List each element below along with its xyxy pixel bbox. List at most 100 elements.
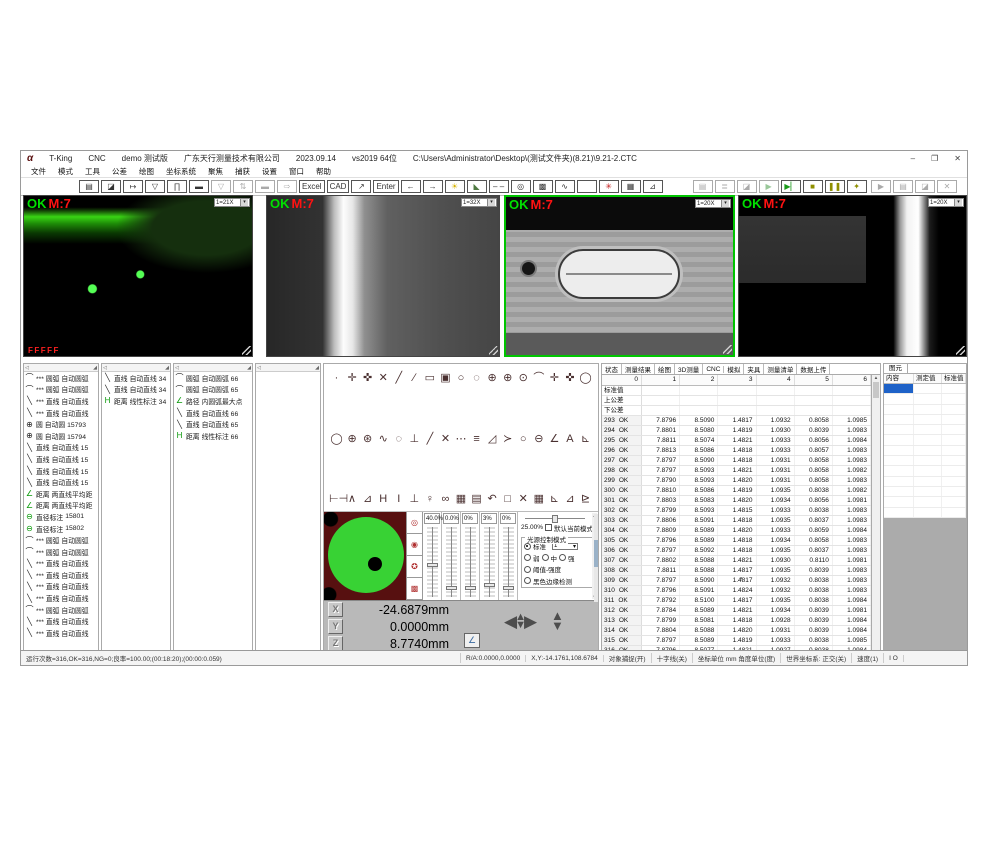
default-mode-checkbox[interactable] — [545, 524, 552, 531]
scroll-down-icon[interactable]: ▼ — [602, 576, 880, 652]
tool-icon[interactable]: ✕ — [438, 433, 453, 445]
table-row[interactable]: 303 OK 7.88068.50911.48181.09350.80371.0… — [602, 516, 871, 526]
list-item[interactable]: ╲ *** 直线 自动直线 — [24, 581, 98, 593]
tool-icon[interactable]: ∿ — [376, 433, 391, 445]
light-mode-button[interactable]: ◉ — [407, 534, 422, 556]
toolbar-button[interactable]: ▤ — [79, 180, 99, 193]
menu-item[interactable]: 设置 — [262, 166, 277, 177]
list-item[interactable]: ╲ 直线 自动直线 34 — [102, 372, 170, 384]
toolbar-button[interactable]: ≣ — [715, 180, 735, 193]
table-row[interactable]: 296 OK 7.88138.50861.48181.09330.80571.0… — [602, 446, 871, 456]
list-item[interactable]: ⊖ 直径标注 15802 — [24, 523, 98, 535]
list-item[interactable]: ╲ *** 直线 自动直线 — [24, 407, 98, 419]
toolbar-button[interactable]: ∿ — [555, 180, 575, 193]
selected-cell[interactable] — [884, 384, 914, 393]
tool-icon[interactable]: ∕ — [407, 372, 422, 384]
tool-icon[interactable]: A — [562, 433, 577, 445]
column-header[interactable]: 0 — [602, 375, 642, 385]
toolbar-button[interactable]: Enter — [373, 180, 398, 193]
menu-item[interactable]: 窗口 — [289, 166, 304, 177]
column-header[interactable]: 测定值 — [914, 374, 942, 383]
list-item[interactable]: ⊖ 直径标注 15801 — [24, 511, 98, 523]
strength-radio[interactable] — [524, 554, 531, 561]
tool-icon[interactable]: ⊾ — [547, 493, 562, 505]
table-row[interactable]: 299 OK 7.87908.50931.48201.09310.80581.0… — [602, 476, 871, 486]
tool-icon[interactable]: ⊕ — [485, 372, 500, 384]
status-segment[interactable]: 速度(1) — [852, 653, 884, 663]
table-row[interactable]: 293 OK 7.87968.50901.48171.09320.80581.0… — [602, 416, 871, 426]
list-item[interactable]: ╲ 直线 自动直线 15 — [24, 465, 98, 477]
menu-item[interactable]: 坐标系统 — [166, 166, 196, 177]
list-item[interactable]: ╲ *** 直线 自动直线 — [24, 395, 98, 407]
tool-icon[interactable]: I — [391, 493, 406, 505]
list-item[interactable]: ╲ 直线 自动直线 65 — [174, 418, 252, 430]
menu-item[interactable]: 模式 — [58, 166, 73, 177]
toolbar-button[interactable]: ◎ — [511, 180, 531, 193]
list-item[interactable]: ╲ 直线 自动直线 15 — [24, 442, 98, 454]
tool-icon[interactable]: ✜ — [360, 372, 375, 384]
tool-icon[interactable]: ⊢⊣ — [329, 493, 344, 505]
tool-icon[interactable]: ⊛ — [360, 433, 375, 445]
tool-icon[interactable]: ╱ — [391, 372, 406, 384]
list-item[interactable]: ∠ 距离 两直线平均距 — [24, 488, 98, 500]
scroll-grip-icon[interactable]: ◢ — [315, 365, 319, 371]
table-tab[interactable]: 绘图 — [655, 364, 675, 374]
element-row[interactable] — [884, 425, 966, 435]
table-row[interactable]: 304 OK 7.88098.50891.48201.09330.80591.0… — [602, 526, 871, 536]
toolbar-button[interactable] — [577, 180, 597, 193]
tool-icon[interactable]: ✛ — [345, 372, 360, 384]
table-row[interactable]: 上公差 — [602, 396, 871, 406]
toolbar-button[interactable]: ◣ — [467, 180, 487, 193]
list-scrollbar[interactable]: ◁◢ — [256, 364, 320, 372]
light-slider-track[interactable] — [446, 527, 457, 597]
table-row[interactable]: 294 OK 7.88018.50801.48191.09300.80391.0… — [602, 426, 871, 436]
tool-icon[interactable]: ≻ — [500, 433, 515, 445]
tool-icon[interactable]: H — [376, 493, 391, 505]
list-scrollbar[interactable]: ◁◢ — [24, 364, 98, 372]
tool-icon[interactable]: ◌ — [391, 433, 406, 445]
tool-icon[interactable]: ∞ — [438, 493, 453, 505]
tool-icon[interactable]: ✕ — [516, 493, 531, 505]
maximize-icon[interactable]: ❐ — [931, 154, 938, 163]
magnification-select[interactable]: 1=20X ▾ — [695, 199, 731, 208]
axis-icon[interactable]: Z — [328, 636, 343, 651]
tool-icon[interactable]: ○ — [454, 372, 469, 384]
tool-icon[interactable]: ▤ — [469, 493, 484, 505]
level-select[interactable]: 1 ▾ — [552, 543, 578, 550]
list-item[interactable]: ∠ 路径 内圆弧最大点 — [174, 395, 252, 407]
toolbar-button[interactable]: ◪ — [737, 180, 757, 193]
scroll-thumb[interactable] — [873, 382, 879, 398]
table-row[interactable]: 307 OK 7.88028.50881.48211.09300.81101.0… — [602, 556, 871, 566]
toolbar-button[interactable]: ❚❚ — [825, 180, 845, 193]
table-row[interactable]: 306 OK 7.87978.50921.48181.09350.80371.0… — [602, 546, 871, 556]
light-mode-button[interactable]: ▩ — [407, 578, 422, 600]
tool-icon[interactable]: ⊕ — [345, 433, 360, 445]
table-row[interactable]: 305 OK 7.87968.50891.48181.09340.80581.0… — [602, 536, 871, 546]
tool-icon[interactable]: ✕ — [376, 372, 391, 384]
scroll-grip-icon[interactable]: ◢ — [165, 365, 169, 371]
column-header[interactable]: 4 — [757, 375, 795, 385]
list-item[interactable]: ⌒ *** 圆弧 自动圆弧 — [24, 372, 98, 384]
column-header[interactable]: 2 — [680, 375, 718, 385]
tool-icon[interactable]: ⌒ — [531, 372, 546, 384]
list-item[interactable]: ⌒ *** 圆弧 自动圆弧 — [24, 604, 98, 616]
list-item[interactable]: ╲ *** 直线 自动直线 — [24, 558, 98, 570]
tool-icon[interactable]: ≡ — [469, 433, 484, 445]
threshold-radio[interactable] — [524, 566, 531, 573]
toolbar-button[interactable]: ◪ — [915, 180, 935, 193]
status-segment[interactable]: 十字线(关) — [652, 653, 693, 663]
ring-light-preview[interactable] — [324, 512, 406, 600]
tool-icon[interactable]: ⊙ — [516, 372, 531, 384]
tool-icon[interactable]: ⊿ — [360, 493, 375, 505]
toolbar-button[interactable]: ▤ — [693, 180, 713, 193]
resize-grip-icon[interactable] — [489, 346, 498, 355]
list-item[interactable]: H 距离 线性标注 66 — [174, 430, 252, 442]
slider-thumb[interactable] — [427, 563, 438, 567]
tool-icon[interactable]: ▦ — [531, 493, 546, 505]
list-item[interactable]: ⊕ 圆 自动圆 15793 — [24, 418, 98, 430]
light-slider-track[interactable] — [503, 527, 514, 597]
tool-icon[interactable]: ▣ — [438, 372, 453, 384]
toolbar-button[interactable]: ▤ — [893, 180, 913, 193]
status-segment[interactable]: I O — [884, 655, 904, 662]
tool-icon[interactable]: ↶ — [485, 493, 500, 505]
